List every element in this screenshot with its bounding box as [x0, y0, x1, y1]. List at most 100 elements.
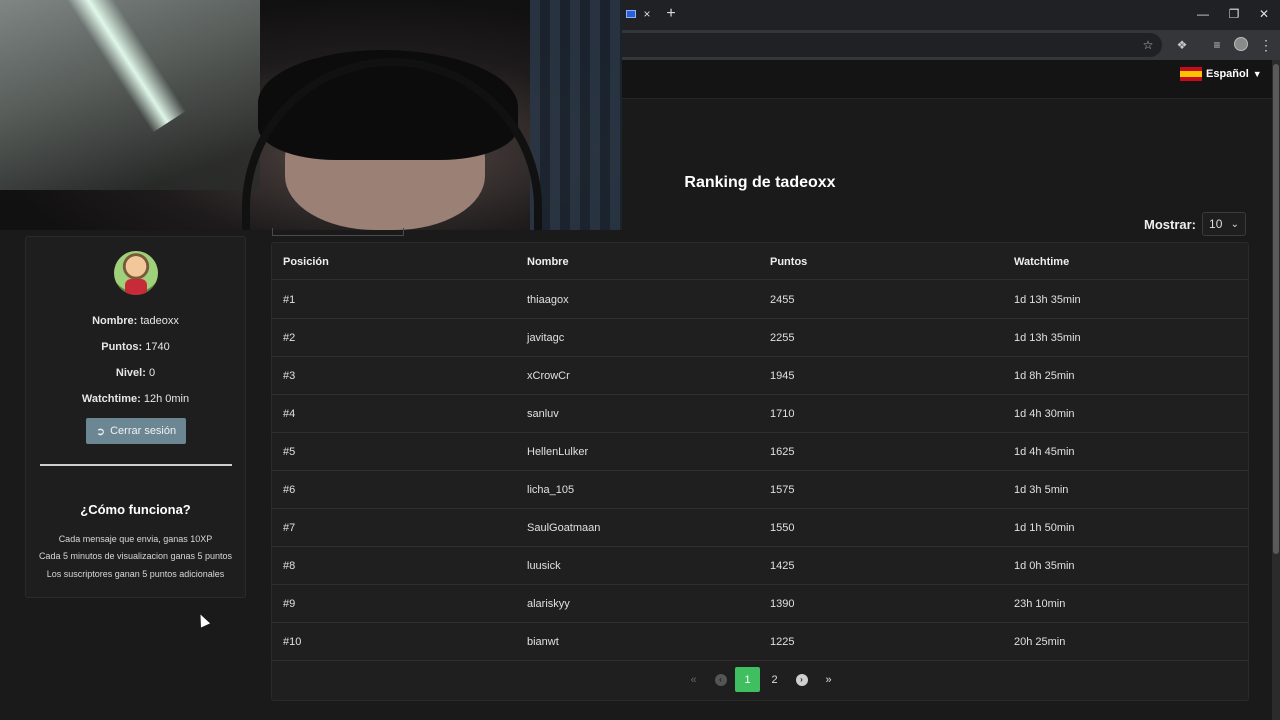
address-bar[interactable]	[622, 33, 1162, 57]
watchtime-label: Watchtime:	[81, 393, 141, 405]
profile-avatar-icon[interactable]	[1234, 37, 1248, 51]
cell-position: #2	[283, 332, 296, 344]
menu-kebab-icon[interactable]: ⋮	[1259, 36, 1273, 54]
header-watchtime[interactable]: Watchtime	[1014, 244, 1069, 280]
rule-item: Cada mensaje que envia, ganas 10XP	[58, 534, 213, 544]
cell-position: #9	[283, 598, 296, 610]
scrollbar-thumb[interactable]	[1273, 64, 1279, 554]
show-count-select[interactable]: 10 ⌄	[1202, 212, 1247, 236]
how-it-works-title: ¿Cómo funciona?	[80, 502, 191, 517]
bookmark-star-icon[interactable]: ☆	[1140, 37, 1156, 53]
cell-name: thiaagox	[527, 294, 569, 306]
table-row: #10 bianwt 1225 20h 25min	[271, 623, 1249, 661]
profile-level: Nivel: 0	[25, 367, 246, 379]
extensions-icon[interactable]: ❖	[1174, 37, 1190, 53]
cell-position: #5	[283, 446, 296, 458]
show-count-label: Mostrar:	[1144, 216, 1197, 232]
cell-name: sanluv	[527, 408, 559, 420]
cell-watchtime: 1d 4h 30min	[1014, 408, 1075, 420]
language-selector[interactable]: Español ▼	[1180, 66, 1262, 82]
logout-label: Cerrar sesión	[110, 425, 177, 437]
cell-watchtime: 20h 25min	[1014, 636, 1066, 648]
level-label: Nivel:	[115, 367, 146, 379]
table-row: #4 sanluv 1710 1d 4h 30min	[271, 395, 1249, 433]
first-page-button[interactable]: «	[680, 667, 707, 692]
last-page-button[interactable]: »	[815, 667, 842, 692]
table-row: #7 SaulGoatmaan 1550 1d 1h 50min	[271, 509, 1249, 547]
divider	[40, 464, 232, 466]
new-tab-button[interactable]: +	[664, 5, 678, 23]
next-page-button[interactable]: ›	[788, 667, 815, 692]
prev-page-button[interactable]: ‹	[707, 667, 734, 692]
cell-name: alariskyy	[527, 598, 570, 610]
cell-points: 1550	[770, 522, 795, 534]
avatar	[114, 251, 158, 295]
cell-watchtime: 1d 13h 35min	[1014, 294, 1081, 306]
header-name[interactable]: Nombre	[527, 244, 569, 280]
cell-watchtime: 1d 8h 25min	[1014, 370, 1075, 382]
table-row: #6 licha_105 1575 1d 3h 5min	[271, 471, 1249, 509]
cell-position: #3	[283, 370, 296, 382]
cell-name: bianwt	[527, 636, 559, 648]
webcam-overlay	[0, 0, 622, 230]
cell-watchtime: 23h 10min	[1014, 598, 1066, 610]
points-label: Puntos:	[101, 341, 143, 353]
cell-points: 2455	[770, 294, 795, 306]
cell-name: xCrowCr	[527, 370, 570, 382]
cell-position: #1	[283, 294, 296, 306]
tab-button[interactable]	[272, 228, 404, 236]
minimize-icon[interactable]: —	[1193, 6, 1213, 22]
cell-points: 2255	[770, 332, 795, 344]
cell-watchtime: 1d 13h 35min	[1014, 332, 1081, 344]
cell-name: luusick	[527, 560, 561, 572]
show-count-value: 10	[1209, 217, 1223, 231]
cell-position: #7	[283, 522, 296, 534]
table-row: #5 HellenLulker 1625 1d 4h 45min	[271, 433, 1249, 471]
cell-points: 1225	[770, 636, 795, 648]
logout-button[interactable]: ➲ Cerrar sesión	[86, 418, 186, 444]
window-close-icon[interactable]: ✕	[1254, 6, 1274, 22]
header-position[interactable]: Posición	[283, 244, 329, 280]
mouse-cursor-icon	[195, 612, 211, 628]
pagination: « ‹ 1 2 › »	[680, 667, 842, 692]
name-label: Nombre:	[92, 315, 138, 327]
name-value: tadeoxx	[140, 315, 179, 327]
cell-position: #10	[283, 636, 302, 648]
page-1-button[interactable]: 1	[735, 667, 760, 692]
show-count-control: Mostrar: 10 ⌄	[1144, 212, 1247, 236]
table-row: #1 thiaagox 2455 1d 13h 35min	[271, 281, 1249, 319]
logout-icon: ➲	[95, 425, 106, 438]
page-title: Ranking de tadeoxx	[684, 174, 836, 191]
spain-flag-icon	[1180, 67, 1202, 81]
cell-name: licha_105	[527, 484, 575, 496]
close-tab-icon[interactable]: ×	[641, 7, 653, 21]
cell-points: 1575	[770, 484, 795, 496]
points-value: 1740	[145, 341, 170, 353]
header-points[interactable]: Puntos	[770, 244, 807, 280]
level-value: 0	[148, 367, 156, 379]
rule-item: Cada 5 minutos de visualizacion ganas 5 …	[38, 551, 233, 561]
cell-position: #6	[283, 484, 296, 496]
chevron-down-icon: ⌄	[1230, 218, 1240, 230]
cell-points: 1390	[770, 598, 795, 610]
chevron-right-icon: ›	[795, 673, 808, 686]
tab-favicon-icon	[626, 10, 636, 18]
cell-position: #8	[283, 560, 296, 572]
profile-name: Nombre: tadeoxx	[25, 315, 246, 327]
media-queue-icon[interactable]: ≡	[1209, 37, 1225, 53]
cell-points: 1625	[770, 446, 795, 458]
cell-watchtime: 1d 0h 35min	[1014, 560, 1075, 572]
table-row: #9 alariskyy 1390 23h 10min	[271, 585, 1249, 623]
table-row: #2 javitagc 2255 1d 13h 35min	[271, 319, 1249, 357]
watchtime-value: 12h 0min	[143, 393, 190, 405]
rule-item: Los suscriptores ganan 5 puntos adiciona…	[46, 569, 225, 579]
table-header: Posición Nombre Puntos Watchtime	[271, 244, 1249, 280]
cell-name: SaulGoatmaan	[527, 522, 601, 534]
table-row: #8 luusick 1425 1d 0h 35min	[271, 547, 1249, 585]
cell-points: 1945	[770, 370, 795, 382]
cell-position: #4	[283, 408, 296, 420]
restore-icon[interactable]: ❐	[1224, 6, 1244, 22]
cell-points: 1425	[770, 560, 795, 572]
language-label: Español	[1206, 68, 1249, 80]
page-2-button[interactable]: 2	[761, 667, 788, 692]
